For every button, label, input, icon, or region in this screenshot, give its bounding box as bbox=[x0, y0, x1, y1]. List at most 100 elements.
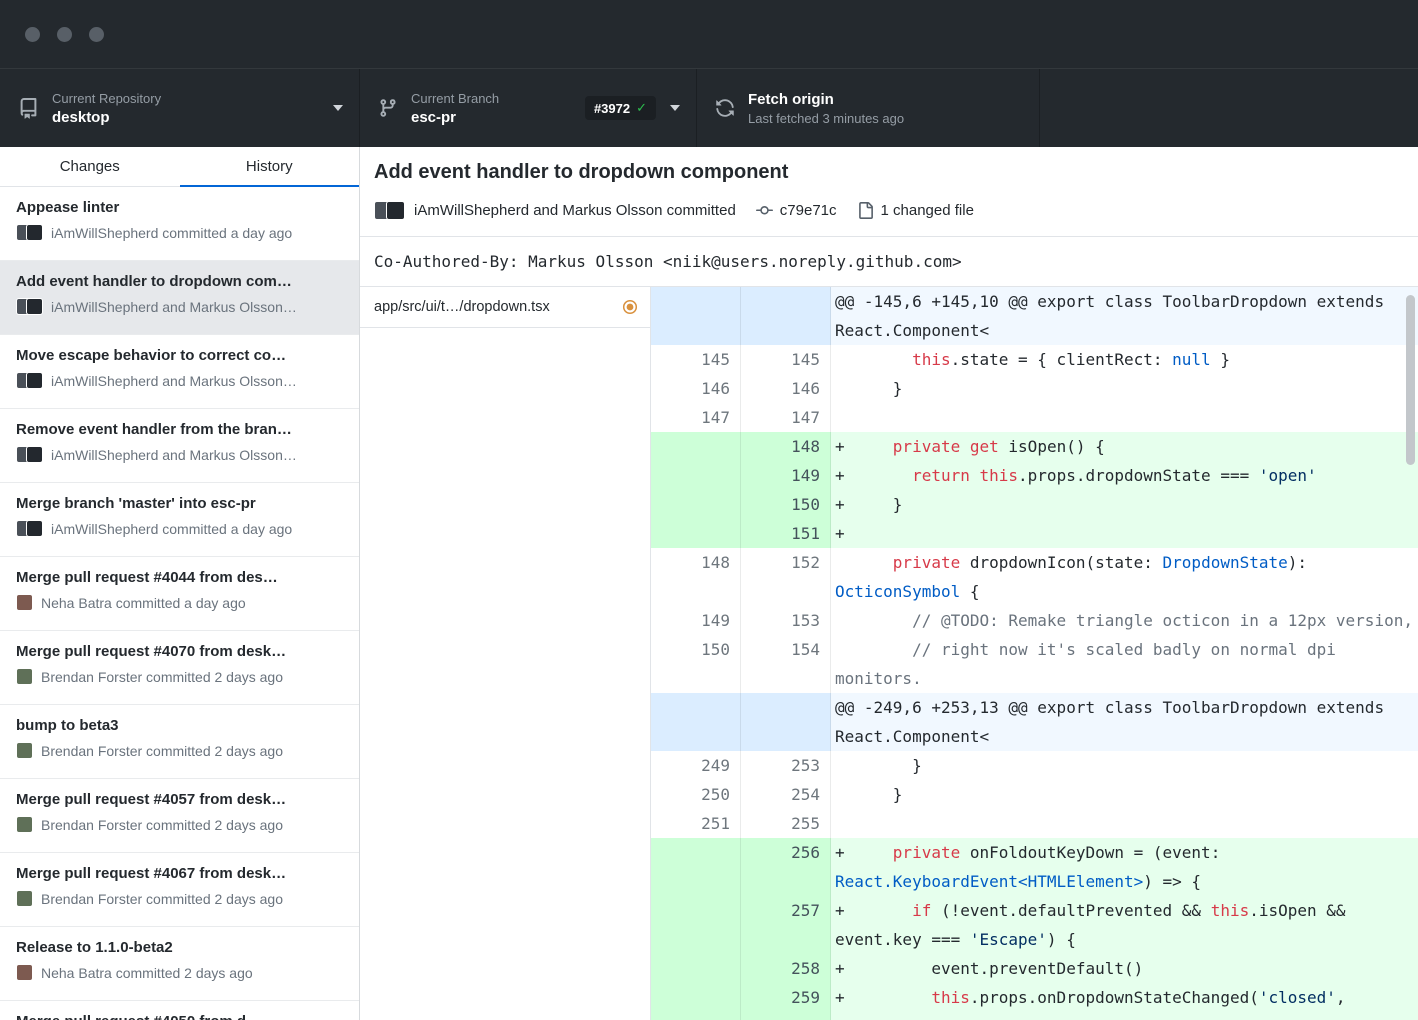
diff-line: 256+ private onFoldoutKeyDown = (event: … bbox=[651, 838, 1418, 896]
commit-list-item-meta: Brendan Forster committed 2 days ago bbox=[16, 816, 343, 833]
diff-line-content: + private onFoldoutKeyDown = (event: Rea… bbox=[831, 838, 1418, 896]
repository-picker[interactable]: Current Repository desktop bbox=[0, 69, 360, 147]
commit-list-item[interactable]: Release to 1.1.0-beta2Neha Batra committ… bbox=[0, 927, 359, 1001]
diff-new-line-number bbox=[741, 693, 831, 751]
tab-history[interactable]: History bbox=[180, 147, 360, 186]
commit-list-item-meta-text: iAmWillShepherd and Markus Olsson… bbox=[51, 373, 297, 389]
diff-new-line-number: 153 bbox=[741, 606, 831, 635]
commit-list-item-meta-text: Brendan Forster committed 2 days ago bbox=[41, 891, 283, 907]
commit-list-item[interactable]: Merge pull request #4044 from des…Neha B… bbox=[0, 557, 359, 631]
commit-authors: iAmWillShepherd and Markus Olsson commit… bbox=[414, 202, 736, 219]
avatar bbox=[16, 594, 33, 611]
commit-list-item-meta-text: Brendan Forster committed 2 days ago bbox=[41, 817, 283, 833]
file-list-item[interactable]: app/src/ui/t…/dropdown.tsx bbox=[360, 287, 650, 328]
diff-old-line-number: 148 bbox=[651, 548, 741, 606]
diff-line: 250254 } bbox=[651, 780, 1418, 809]
diff-old-line-number: 249 bbox=[651, 751, 741, 780]
commit-list-item[interactable]: Merge pull request #4050 from d… bbox=[0, 1001, 359, 1020]
diff-hunk-header: @@ -249,6 +253,13 @@ export class Toolba… bbox=[651, 693, 1418, 751]
diff-line-content: } bbox=[831, 374, 1418, 403]
avatar bbox=[26, 298, 43, 315]
avatar bbox=[16, 964, 33, 981]
diff-old-line-number: 145 bbox=[651, 345, 741, 374]
traffic-lights bbox=[25, 27, 104, 42]
diff-line: 145145 this.state = { clientRect: null } bbox=[651, 345, 1418, 374]
diff-new-line-number: 147 bbox=[741, 403, 831, 432]
commit-header: Add event handler to dropdown component … bbox=[360, 147, 1418, 237]
diff-area: app/src/ui/t…/dropdown.tsx @@ -145,6 +14… bbox=[360, 287, 1418, 1020]
modified-dot-icon bbox=[622, 299, 638, 315]
commit-list-item-title: Release to 1.1.0-beta2 bbox=[16, 939, 343, 956]
close-button[interactable] bbox=[25, 27, 40, 42]
toolbar: Current Repository desktop Current Branc… bbox=[0, 68, 1418, 147]
commit-list-item[interactable]: Appease linteriAmWillShepherd committed … bbox=[0, 187, 359, 261]
avatar-group bbox=[16, 372, 43, 389]
diff-old-line-number bbox=[651, 432, 741, 461]
repo-icon bbox=[18, 98, 39, 119]
commit-list-item[interactable]: Remove event handler from the bran…iAmWi… bbox=[0, 409, 359, 483]
commit-description: Co-Authored-By: Markus Olsson <niik@user… bbox=[360, 237, 1418, 287]
diff-old-line-number: 250 bbox=[651, 780, 741, 809]
diff-new-line-number: 257 bbox=[741, 896, 831, 954]
changed-files-count: 1 changed file bbox=[881, 202, 974, 219]
diff-old-line-number bbox=[651, 461, 741, 490]
diff-old-line-number bbox=[651, 287, 741, 345]
avatar-group bbox=[16, 816, 33, 833]
sidebar: Changes History Appease linter iAmWillShe… bbox=[0, 147, 360, 1020]
commit-list-item[interactable]: Merge pull request #4067 from desk… Brend… bbox=[0, 853, 359, 927]
zoom-button[interactable] bbox=[89, 27, 104, 42]
chevron-down-icon bbox=[333, 105, 343, 111]
diff-scrollbar[interactable] bbox=[1406, 295, 1415, 465]
commit-list-item[interactable]: Merge pull request #4057 from desk…Brend… bbox=[0, 779, 359, 853]
chevron-down-icon bbox=[670, 105, 680, 111]
avatar bbox=[26, 224, 43, 241]
commit-list-item-title: Appease linter bbox=[16, 199, 343, 216]
avatar-group bbox=[16, 224, 43, 241]
commit-list-item[interactable]: Add event handler to dropdown com…iAmWil… bbox=[0, 261, 359, 335]
commit-list-item-title: Merge pull request #4067 from desk… bbox=[16, 865, 343, 882]
diff-new-line-number: 146 bbox=[741, 374, 831, 403]
commit-list-item[interactable]: bump to beta3Brendan Forster committed 2… bbox=[0, 705, 359, 779]
branch-label: Current Branch bbox=[411, 91, 499, 106]
diff-line-content: @@ -145,6 +145,10 @@ export class Toolba… bbox=[831, 287, 1418, 345]
commit-list-item-meta-text: iAmWillShepherd committed a day ago bbox=[51, 521, 292, 537]
commit-list-item-meta: iAmWillShepherd committed a day ago bbox=[16, 520, 343, 537]
avatar-group bbox=[16, 520, 43, 537]
fetch-origin-button[interactable]: Fetch origin Last fetched 3 minutes ago bbox=[697, 69, 1040, 147]
diff-line: 149+ return this.props.dropdownState ===… bbox=[651, 461, 1418, 490]
git-commit-icon bbox=[756, 202, 773, 219]
diff-new-line-number: 253 bbox=[741, 751, 831, 780]
diff-hunk-header: @@ -145,6 +145,10 @@ export class Toolba… bbox=[651, 287, 1418, 345]
commit-list-item[interactable]: Merge branch 'master' into esc-priAmWill… bbox=[0, 483, 359, 557]
commit-list-item-meta: iAmWillShepherd and Markus Olsson… bbox=[16, 372, 343, 389]
diff-line-content: private dropdownIcon(state: DropdownStat… bbox=[831, 548, 1418, 606]
diff-line: 146146 } bbox=[651, 374, 1418, 403]
avatar-group bbox=[16, 742, 33, 759]
commit-list-item-title: Move escape behavior to correct co… bbox=[16, 347, 343, 364]
avatar bbox=[16, 668, 33, 685]
changed-files-group: 1 changed file bbox=[857, 202, 974, 219]
diff-old-line-number: 251 bbox=[651, 809, 741, 838]
commit-list-item[interactable]: Merge pull request #4070 from desk…Brend… bbox=[0, 631, 359, 705]
diff-old-line-number: 147 bbox=[651, 403, 741, 432]
branch-name: esc-pr bbox=[411, 109, 499, 126]
toolbar-spacer bbox=[1040, 69, 1418, 147]
content: Changes History Appease linter iAmWillShe… bbox=[0, 147, 1418, 1020]
diff-line: 148+ private get isOpen() { bbox=[651, 432, 1418, 461]
diff-new-line-number: 149 bbox=[741, 461, 831, 490]
branch-picker[interactable]: Current Branch esc-pr #3972 ✓ bbox=[360, 69, 697, 147]
diff-old-line-number bbox=[651, 519, 741, 548]
diff-line-content: this.state = { clientRect: null } bbox=[831, 345, 1418, 374]
commit-list-item-meta-text: Brendan Forster committed 2 days ago bbox=[41, 669, 283, 685]
diff-old-line-number bbox=[651, 838, 741, 896]
tab-changes[interactable]: Changes bbox=[0, 147, 180, 186]
commit-list: Appease linter iAmWillShepherd committed … bbox=[0, 187, 359, 1020]
file-list: app/src/ui/t…/dropdown.tsx bbox=[360, 287, 651, 1020]
commit-list-item[interactable]: Move escape behavior to correct co… iAmWi… bbox=[0, 335, 359, 409]
diff-old-line-number: 146 bbox=[651, 374, 741, 403]
diff-line-content: + if (!event.defaultPrevented && this.is… bbox=[831, 896, 1418, 954]
file-path: app/src/ui/t…/dropdown.tsx bbox=[374, 299, 550, 315]
avatar-group bbox=[16, 964, 33, 981]
diff-new-line-number: 154 bbox=[741, 635, 831, 693]
minimize-button[interactable] bbox=[57, 27, 72, 42]
